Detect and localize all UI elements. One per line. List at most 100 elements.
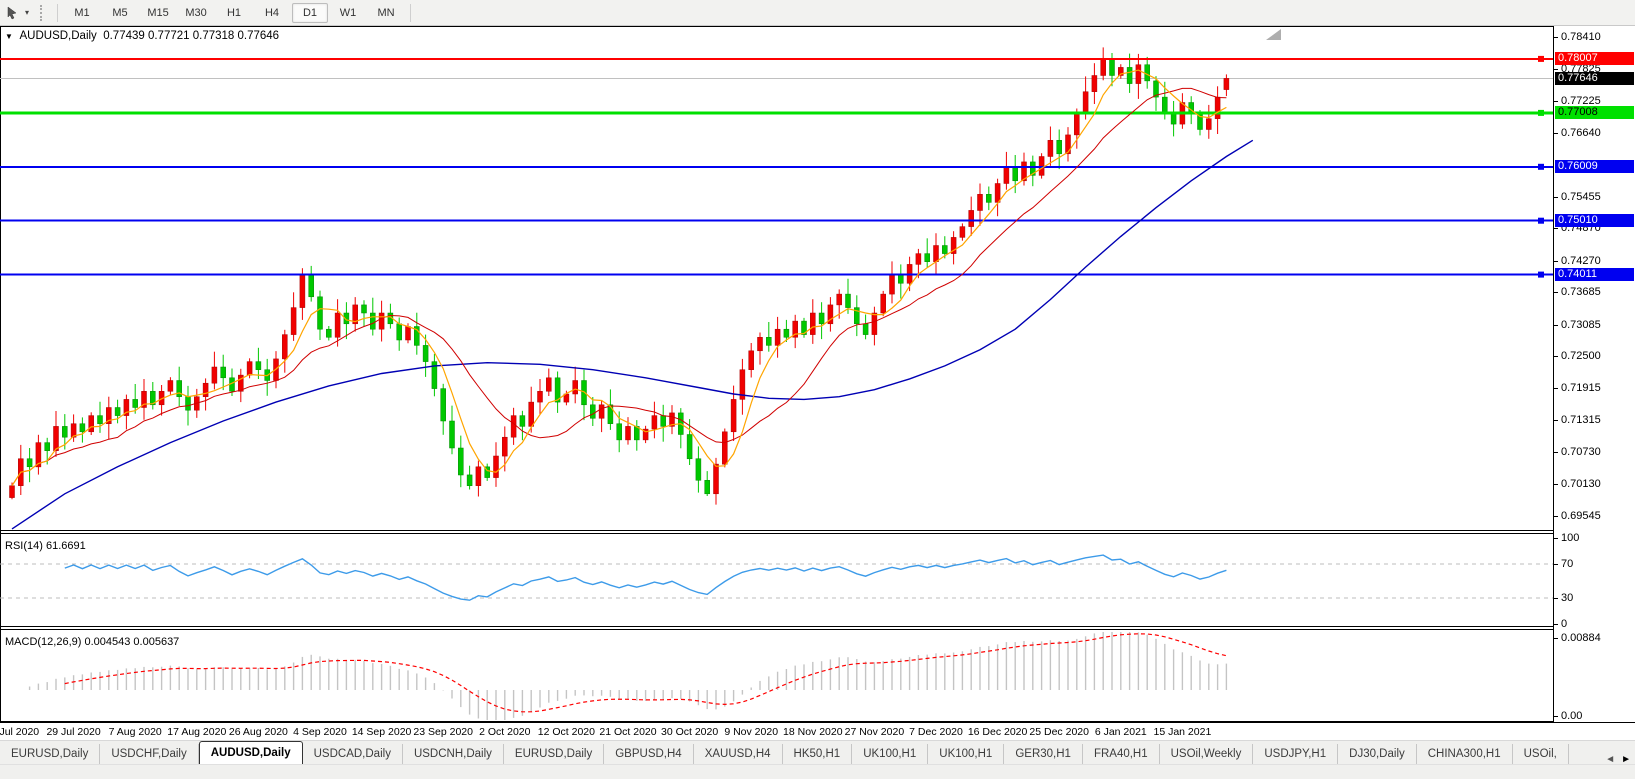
axis-tick bbox=[1554, 228, 1558, 229]
macd-pane-label: MACD(12,26,9) 0.004543 0.005637 bbox=[5, 636, 179, 648]
chart-tab-usoil-weekly[interactable]: USOil,Weekly bbox=[1160, 744, 1254, 765]
chart-cursor-tool[interactable]: ▾ bbox=[0, 0, 36, 25]
chart-tab-eurusd-daily[interactable]: EURUSD,Daily bbox=[0, 744, 100, 765]
toolbar-separator bbox=[57, 4, 58, 22]
chart-tab-uk100-h1[interactable]: UK100,H1 bbox=[928, 744, 1004, 765]
symbol-name: AUDUSD,Daily bbox=[19, 30, 96, 42]
price-tick-label: 0.69545 bbox=[1561, 510, 1601, 522]
rsi-tick-label: 100 bbox=[1561, 532, 1579, 544]
chart-cursor-icon[interactable] bbox=[4, 4, 22, 22]
timeframe-toolbar: ▾ M1M5M15M30H1H4D1W1MN bbox=[0, 0, 1635, 26]
chart-tab-gbpusd-h4[interactable]: GBPUSD,H4 bbox=[604, 744, 693, 765]
date-label: 23 Sep 2020 bbox=[413, 726, 473, 738]
axis-tick bbox=[1554, 356, 1558, 357]
axis-tick bbox=[1554, 197, 1558, 198]
price-tick-label: 0.72500 bbox=[1561, 350, 1601, 362]
axis-tick bbox=[1554, 101, 1558, 102]
price-tick-label: 0.78410 bbox=[1561, 31, 1601, 43]
window-menu-icon[interactable]: ▼ bbox=[5, 32, 13, 41]
chart-tab-bar: EURUSD,DailyUSDCHF,DailyAUDUSD,DailyUSDC… bbox=[0, 740, 1635, 765]
axis-tick bbox=[1554, 538, 1558, 539]
price-tick-label: 0.75455 bbox=[1561, 191, 1601, 203]
date-label: 20 Jul 2020 bbox=[0, 726, 39, 738]
date-label: 6 Jan 2021 bbox=[1095, 726, 1147, 738]
candlestick-chart-canvas[interactable] bbox=[0, 26, 1553, 740]
ohlc-quote: 0.77439 0.77721 0.77318 0.77646 bbox=[103, 30, 279, 42]
axis-tick bbox=[1554, 292, 1558, 293]
price-tick-label: 0.70130 bbox=[1561, 478, 1601, 490]
axis-tick bbox=[1554, 484, 1558, 485]
chart-tab-usdcad-daily[interactable]: USDCAD,Daily bbox=[303, 744, 403, 765]
price-tick-label: 0.74270 bbox=[1561, 255, 1601, 267]
chevron-down-icon[interactable]: ▾ bbox=[22, 8, 32, 17]
price-tick-label: 0.77225 bbox=[1561, 95, 1601, 107]
date-label: 26 Aug 2020 bbox=[229, 726, 288, 738]
price-tick-label: 0.76640 bbox=[1561, 127, 1601, 139]
date-label: 9 Nov 2020 bbox=[724, 726, 778, 738]
date-label: 21 Oct 2020 bbox=[599, 726, 656, 738]
chart-title: ▼ AUDUSD,Daily 0.77439 0.77721 0.77318 0… bbox=[5, 30, 279, 42]
chart-tab-eurusd-daily[interactable]: EURUSD,Daily bbox=[504, 744, 604, 765]
chart-tab-dj30-daily[interactable]: DJ30,Daily bbox=[1338, 744, 1417, 765]
date-label: 27 Nov 2020 bbox=[845, 726, 905, 738]
axis-tick bbox=[1554, 638, 1558, 639]
timeframe-button-d1[interactable]: D1 bbox=[292, 3, 328, 23]
rsi-tick-label: 30 bbox=[1561, 592, 1573, 604]
date-label: 7 Dec 2020 bbox=[909, 726, 963, 738]
price-level-tag: 0.75010 bbox=[1555, 214, 1634, 227]
axis-tick bbox=[1554, 420, 1558, 421]
timeframe-button-mn[interactable]: MN bbox=[368, 3, 404, 23]
chart-tab-ger30-h1[interactable]: GER30,H1 bbox=[1004, 744, 1083, 765]
axis-tick bbox=[1554, 69, 1558, 70]
price-level-tag: 0.77646 bbox=[1555, 72, 1634, 85]
chart-tab-usdchf-daily[interactable]: USDCHF,Daily bbox=[100, 744, 198, 765]
price-level-tag: 0.78007 bbox=[1555, 52, 1634, 65]
timeframe-button-h1[interactable]: H1 bbox=[216, 3, 252, 23]
chart-tab-hk50-h1[interactable]: HK50,H1 bbox=[783, 744, 853, 765]
axis-tick bbox=[1554, 598, 1558, 599]
chart-tab-xauusd-h4[interactable]: XAUUSD,H4 bbox=[694, 744, 783, 765]
axis-tick bbox=[1554, 388, 1558, 389]
price-axis[interactable]: 0.784100.778250.772250.766400.754550.748… bbox=[1553, 26, 1635, 722]
timeframe-button-h4[interactable]: H4 bbox=[254, 3, 290, 23]
timeframe-buttons: M1M5M15M30H1H4D1W1MN bbox=[63, 3, 405, 23]
axis-tick bbox=[1554, 624, 1558, 625]
date-label: 16 Dec 2020 bbox=[968, 726, 1028, 738]
axis-tick bbox=[1554, 325, 1558, 326]
timeframe-button-w1[interactable]: W1 bbox=[330, 3, 366, 23]
chart-tab-usoil[interactable]: USOil, bbox=[1513, 744, 1569, 765]
price-tick-label: 0.71315 bbox=[1561, 414, 1601, 426]
chart-tab-china300-h1[interactable]: CHINA300,H1 bbox=[1417, 744, 1513, 765]
rsi-pane-label: RSI(14) 61.6691 bbox=[5, 540, 86, 552]
chart-tab-usdjpy-h1[interactable]: USDJPY,H1 bbox=[1253, 744, 1338, 765]
macd-tick-label: 0.00884 bbox=[1561, 632, 1601, 644]
timeframe-button-m15[interactable]: M15 bbox=[140, 3, 176, 23]
date-axis[interactable]: 20 Jul 202029 Jul 20207 Aug 202017 Aug 2… bbox=[0, 722, 1635, 741]
axis-tick bbox=[1554, 716, 1558, 717]
price-level-tag: 0.76009 bbox=[1555, 160, 1634, 173]
mt4-window: ▾ M1M5M15M30H1H4D1W1MN ▼ AUDUSD,Daily 0.… bbox=[0, 0, 1635, 779]
toolbar-grip-handle[interactable] bbox=[40, 5, 46, 21]
price-tick-label: 0.70730 bbox=[1561, 446, 1601, 458]
chart-tab-usdcnh-daily[interactable]: USDCNH,Daily bbox=[403, 744, 504, 765]
date-label: 18 Nov 2020 bbox=[783, 726, 843, 738]
rsi-tick-label: 0 bbox=[1561, 618, 1567, 630]
timeframe-button-m5[interactable]: M5 bbox=[102, 3, 138, 23]
axis-tick bbox=[1554, 37, 1558, 38]
chart-tab-uk100-h1[interactable]: UK100,H1 bbox=[852, 744, 928, 765]
axis-tick bbox=[1554, 261, 1558, 262]
timeframe-button-m1[interactable]: M1 bbox=[64, 3, 100, 23]
price-level-tag: 0.74011 bbox=[1555, 268, 1634, 281]
axis-tick bbox=[1554, 564, 1558, 565]
date-label: 4 Sep 2020 bbox=[293, 726, 347, 738]
chart-tab-audusd-daily[interactable]: AUDUSD,Daily bbox=[199, 741, 303, 765]
chart-area[interactable]: ▼ AUDUSD,Daily 0.77439 0.77721 0.77318 0… bbox=[0, 26, 1635, 740]
axis-tick bbox=[1554, 452, 1558, 453]
chart-shift-marker-icon bbox=[1266, 29, 1281, 40]
price-tick-label: 0.71915 bbox=[1561, 382, 1601, 394]
chart-tab-fra40-h1[interactable]: FRA40,H1 bbox=[1083, 744, 1160, 765]
timeframe-button-m30[interactable]: M30 bbox=[178, 3, 214, 23]
date-label: 15 Jan 2021 bbox=[1153, 726, 1211, 738]
date-label: 29 Jul 2020 bbox=[46, 726, 100, 738]
toolbar-separator bbox=[410, 4, 411, 22]
